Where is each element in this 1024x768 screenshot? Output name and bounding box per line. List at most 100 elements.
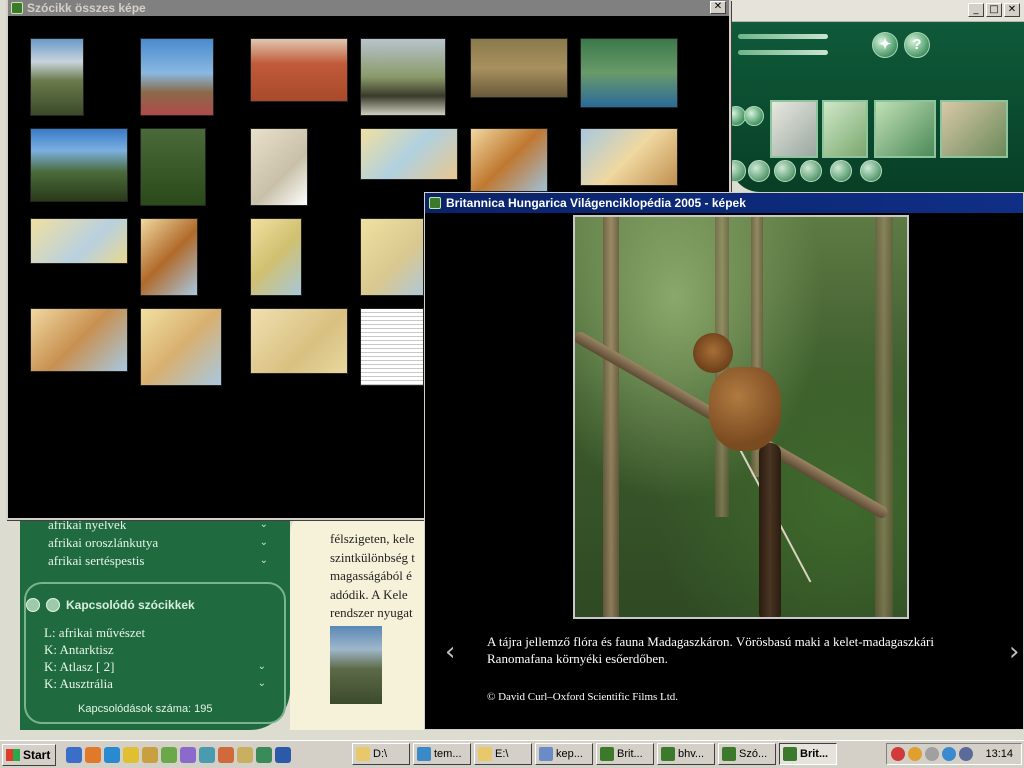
article-thumbnail[interactable] — [330, 626, 382, 704]
task-button[interactable]: Brit... — [596, 743, 654, 765]
map-thumbnail[interactable] — [140, 218, 198, 296]
monitor-icon[interactable] — [748, 160, 770, 182]
viewer-window-title: Britannica Hungarica Világenciklopédia 2… — [446, 196, 746, 210]
map-thumbnail[interactable] — [30, 218, 128, 264]
lemur-tail — [759, 443, 781, 617]
task-button[interactable]: E:\ — [474, 743, 532, 765]
close-button[interactable]: ✕ — [710, 1, 726, 14]
map-thumbnail[interactable] — [360, 218, 424, 296]
image-thumbnail[interactable] — [360, 38, 446, 116]
image-viewer-window: Britannica Hungarica Világenciklopédia 2… — [424, 192, 1024, 730]
list-item[interactable]: afrikai oroszlánkutya ⌄ — [48, 534, 268, 552]
map-thumbnail[interactable] — [250, 308, 348, 374]
shield-icon[interactable] — [891, 747, 905, 761]
antivirus-icon[interactable] — [908, 747, 922, 761]
task-button[interactable]: D:\ — [352, 743, 410, 765]
ie-icon[interactable] — [104, 746, 120, 763]
back-icon[interactable] — [800, 160, 822, 182]
image-credit: © David Curl–Oxford Scientific Films Ltd… — [487, 691, 679, 703]
list-icon[interactable] — [774, 160, 796, 182]
map-thumbnail[interactable] — [30, 308, 128, 372]
grid-titlebar[interactable]: Szócikk összes képe — [8, 0, 729, 16]
map-thumbnail[interactable] — [140, 308, 222, 386]
related-item[interactable]: K: Ausztrália ⌄ — [44, 675, 266, 692]
image-caption: A tájra jellemző flóra és fauna Madagasz… — [487, 634, 934, 666]
map-thumbnail[interactable] — [250, 218, 302, 296]
related-item[interactable]: L: afrikai művészet — [44, 624, 266, 641]
monitor-icon[interactable] — [959, 747, 973, 761]
britannica-tree-icon — [722, 747, 736, 761]
image-thumbnail[interactable] — [30, 38, 84, 116]
map-thumbnail[interactable] — [874, 100, 936, 158]
settings-icon[interactable] — [180, 746, 196, 763]
image-thumbnail[interactable] — [580, 38, 678, 108]
chart-thumbnail[interactable] — [822, 100, 868, 158]
task-button[interactable]: tem... — [413, 743, 471, 765]
task-button-active[interactable]: Brit... — [779, 743, 837, 765]
map-thumbnail[interactable] — [360, 128, 458, 180]
tree-trunk — [603, 217, 619, 617]
tree-trunk — [875, 217, 893, 617]
book-thumbnail[interactable] — [770, 100, 818, 158]
list-item[interactable]: afrikai sertéspestis ⌄ — [48, 552, 268, 570]
viewer-titlebar[interactable]: Britannica Hungarica Világenciklopédia 2… — [425, 193, 1023, 213]
image-thumbnail[interactable] — [140, 128, 206, 206]
next-image-button[interactable]: › — [1009, 637, 1019, 667]
folder-icon[interactable] — [142, 746, 158, 763]
network-icon[interactable] — [199, 746, 215, 763]
related-item[interactable]: K: Antarktisz — [44, 641, 266, 658]
security-icon[interactable] — [925, 747, 939, 761]
list-toggle-icon[interactable] — [26, 598, 40, 612]
chevron-down-icon[interactable]: ⌄ — [260, 552, 268, 570]
map-thumbnail[interactable] — [250, 128, 308, 206]
task-button[interactable]: kep... — [535, 743, 593, 765]
desktop-icon[interactable] — [275, 746, 291, 763]
minimize-button[interactable]: _ — [968, 3, 984, 17]
task-button[interactable]: bhv... — [657, 743, 715, 765]
image-thumbnail[interactable] — [30, 128, 128, 202]
related-item[interactable]: K: Atlasz [ 2] ⌄ — [44, 658, 266, 675]
close-button[interactable]: ✕ — [1004, 3, 1020, 17]
chevron-down-icon[interactable]: ⌄ — [258, 658, 266, 675]
start-button[interactable]: Start — [2, 743, 56, 766]
help-icon[interactable]: ? — [904, 32, 930, 58]
toolbar-slider-1[interactable] — [738, 34, 828, 39]
firefox-icon[interactable] — [85, 746, 101, 763]
grid-view-icon[interactable] — [744, 106, 764, 126]
collapse-icon[interactable] — [46, 598, 60, 612]
tool-icon[interactable] — [161, 746, 177, 763]
task-button[interactable]: Szó... — [718, 743, 776, 765]
image-thumbnail[interactable] — [140, 38, 214, 116]
grid-window-title: Szócikk összes képe — [27, 1, 146, 15]
task-buttons: D:\ tem... E:\ kep... Brit... bhv... Szó… — [352, 743, 837, 765]
explorer-icon[interactable] — [237, 746, 253, 763]
clock: 13:14 — [985, 748, 1013, 760]
maximize-button[interactable]: □ — [986, 3, 1002, 17]
app-icon[interactable] — [256, 746, 272, 763]
taskbar: Start D:\ tem... E:\ kep... Brit... bhv.… — [0, 740, 1024, 768]
map-thumbnail[interactable] — [470, 128, 548, 192]
paint-icon[interactable] — [218, 746, 234, 763]
related-list: L: afrikai művészet K: Antarktisz K: Atl… — [44, 624, 266, 692]
image-icon — [539, 747, 553, 761]
refresh-icon[interactable] — [860, 160, 882, 182]
chevron-down-icon[interactable]: ⌄ — [258, 675, 266, 692]
background-titlebar: _ □ ✕ — [730, 0, 1024, 22]
toolbar-slider-2[interactable] — [738, 50, 828, 55]
globe-icon[interactable] — [830, 160, 852, 182]
image-thumbnail[interactable] — [250, 38, 348, 102]
chevron-down-icon[interactable]: ⌄ — [260, 534, 268, 552]
people-thumbnail[interactable] — [940, 100, 1008, 158]
folder-icon — [356, 747, 370, 761]
image-icon — [417, 747, 431, 761]
compass-icon[interactable]: ✦ — [872, 32, 898, 58]
quick-launch — [66, 746, 291, 763]
britannica-tree-icon — [11, 2, 23, 14]
map-thumbnail[interactable] — [580, 128, 678, 186]
image-thumbnail[interactable] — [470, 38, 568, 98]
browser-icon[interactable] — [66, 746, 82, 763]
network-icon[interactable] — [942, 747, 956, 761]
table-thumbnail[interactable] — [360, 308, 424, 386]
previous-image-button[interactable]: ‹ — [445, 637, 455, 667]
chrome-icon[interactable] — [123, 746, 139, 763]
